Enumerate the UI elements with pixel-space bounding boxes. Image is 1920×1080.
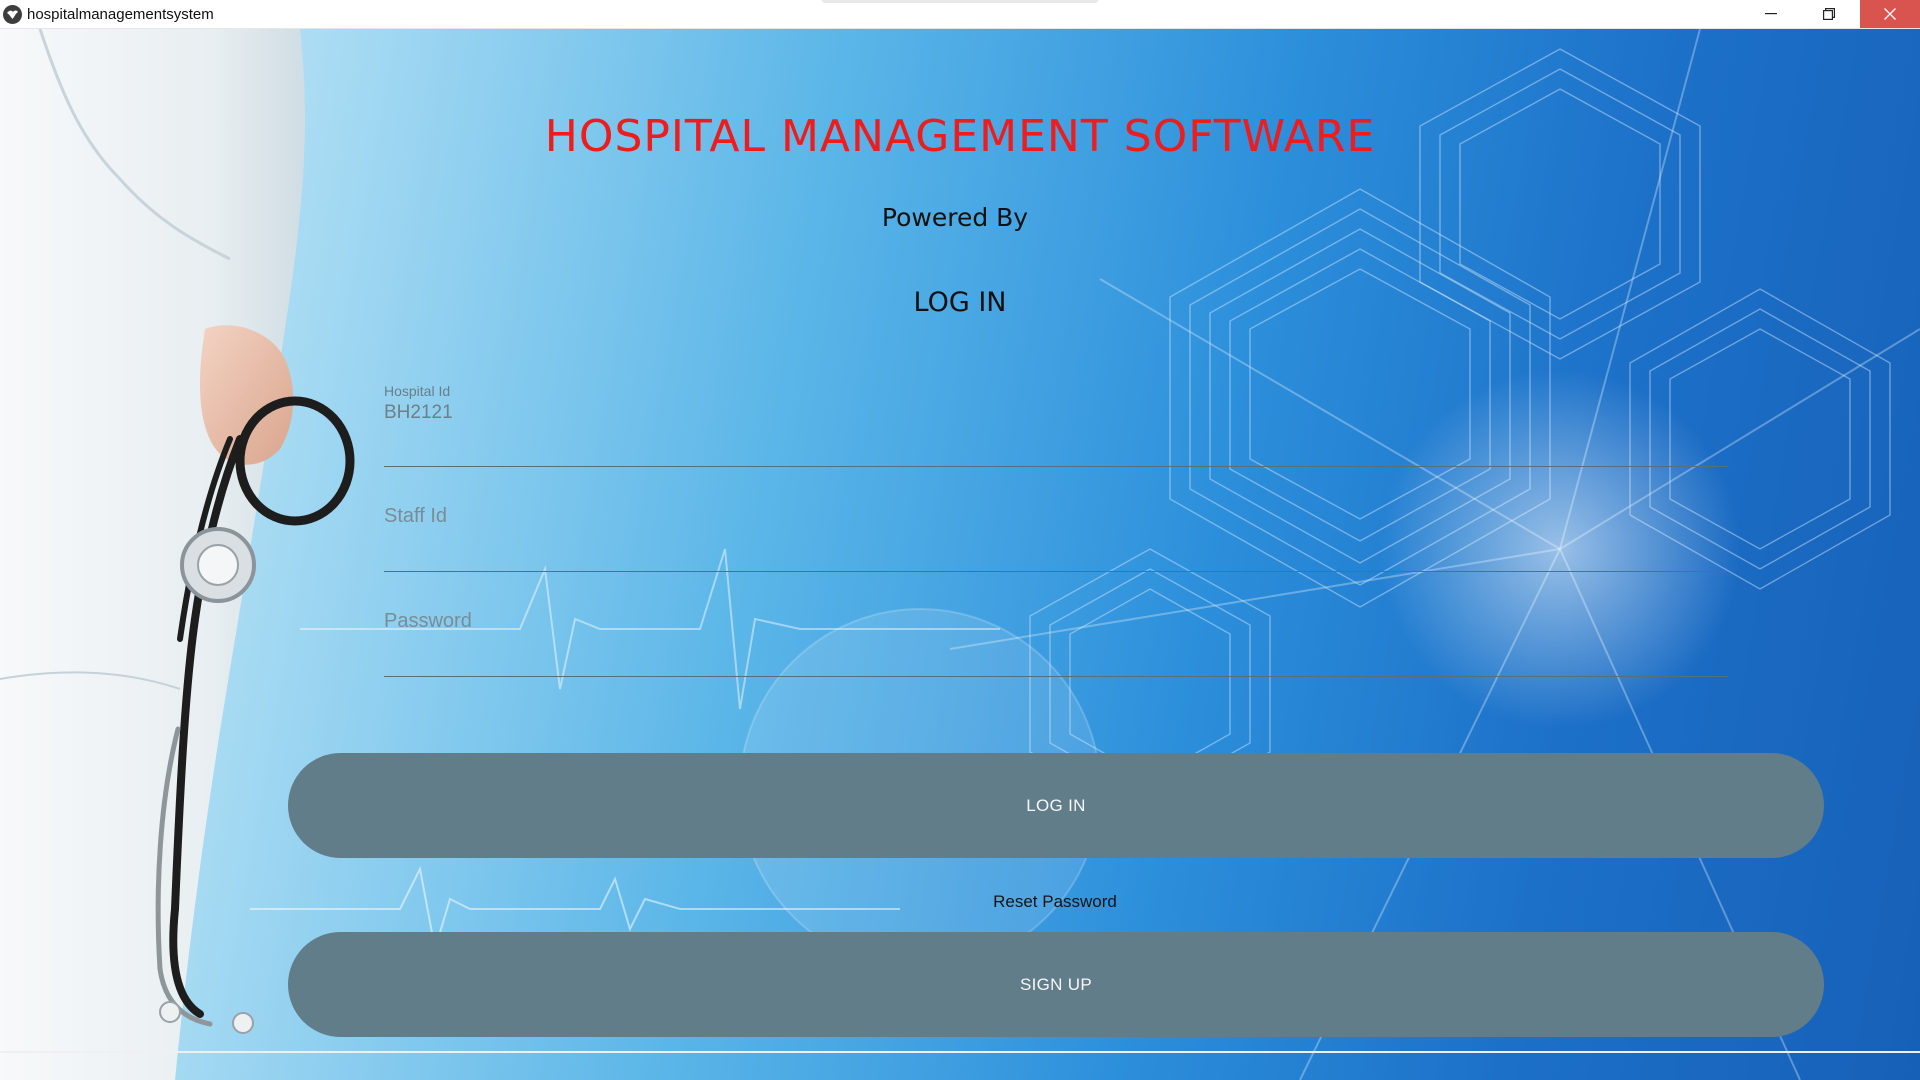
- title-bar-handle: [822, 0, 1098, 3]
- app-bird-icon: [3, 5, 22, 24]
- staff-id-input[interactable]: Staff Id: [384, 504, 447, 528]
- signup-button[interactable]: SIGN UP: [288, 932, 1824, 1037]
- login-heading: LOG IN: [913, 287, 1007, 318]
- minimize-button[interactable]: [1742, 0, 1800, 28]
- password-field[interactable]: Password: [384, 572, 1728, 677]
- hospital-id-input[interactable]: BH2121: [384, 401, 1684, 425]
- login-button[interactable]: LOG IN: [288, 753, 1824, 858]
- window-bottom-edge: [0, 1051, 1920, 1053]
- window-title: hospitalmanagementsystem: [27, 6, 214, 23]
- hospital-id-label: Hospital Id: [384, 383, 451, 399]
- app-title: HOSPITAL MANAGEMENT SOFTWARE: [544, 111, 1376, 162]
- staff-id-field[interactable]: Staff Id: [384, 467, 1728, 572]
- title-bar[interactable]: hospitalmanagementsystem: [0, 0, 1920, 29]
- restore-icon: [1823, 8, 1835, 20]
- close-icon: [1884, 8, 1896, 20]
- minimize-icon: [1765, 13, 1777, 15]
- hospital-id-field[interactable]: Hospital Id BH2121: [384, 353, 1728, 467]
- close-button[interactable]: [1860, 0, 1920, 28]
- powered-by-label: Powered By: [881, 203, 1029, 232]
- password-input[interactable]: Password: [384, 609, 472, 633]
- reset-password-link[interactable]: Reset Password: [955, 892, 1155, 912]
- restore-button[interactable]: [1800, 0, 1858, 28]
- app-window: hospitalmanagementsystem HOSPITAL MANAGE…: [0, 0, 1920, 1080]
